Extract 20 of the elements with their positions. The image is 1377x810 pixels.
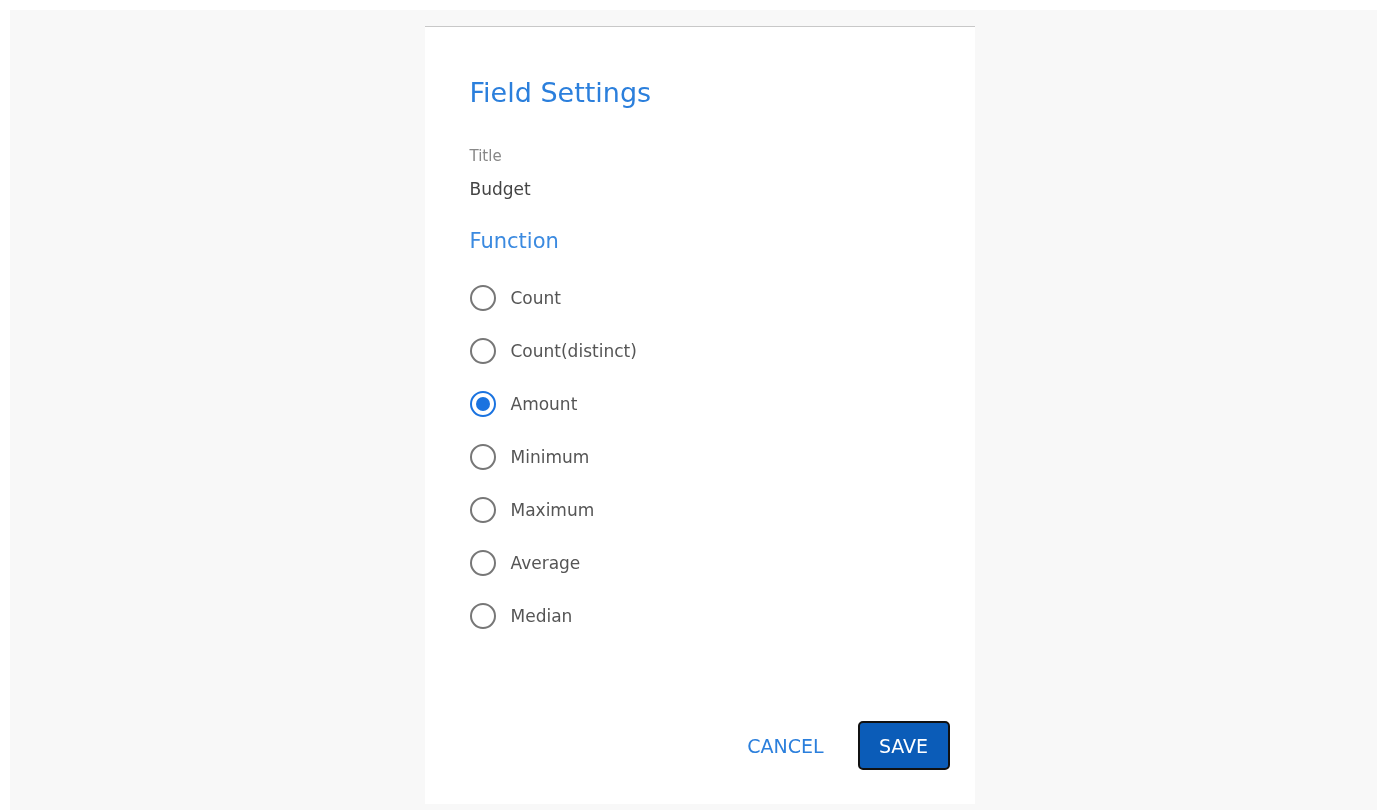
radio-button[interactable] [469,497,496,523]
radio-button[interactable] [469,391,496,417]
radio-button[interactable] [469,444,496,470]
radio-button[interactable] [469,338,496,364]
radio-option[interactable]: Count [469,283,561,313]
dialog-title: Field Settings [469,76,652,110]
radio-button[interactable] [469,550,496,576]
field-value: Budget [469,179,531,199]
radio-option[interactable]: Count(distinct) [469,336,637,366]
section-heading: Function [469,229,559,253]
radio-option[interactable]: Maximum [469,495,595,525]
cancel-button[interactable]: CANCEL [747,726,824,765]
radio-option[interactable]: Median [469,601,573,631]
radio-option[interactable]: Minimum [469,442,590,472]
field-label: Title [469,147,502,165]
radio-option[interactable]: Average [469,548,581,578]
radio-button[interactable] [469,285,496,311]
radio-button[interactable] [469,603,496,629]
save-button[interactable]: SAVE [857,721,950,770]
radio-option[interactable]: Amount [469,389,578,419]
